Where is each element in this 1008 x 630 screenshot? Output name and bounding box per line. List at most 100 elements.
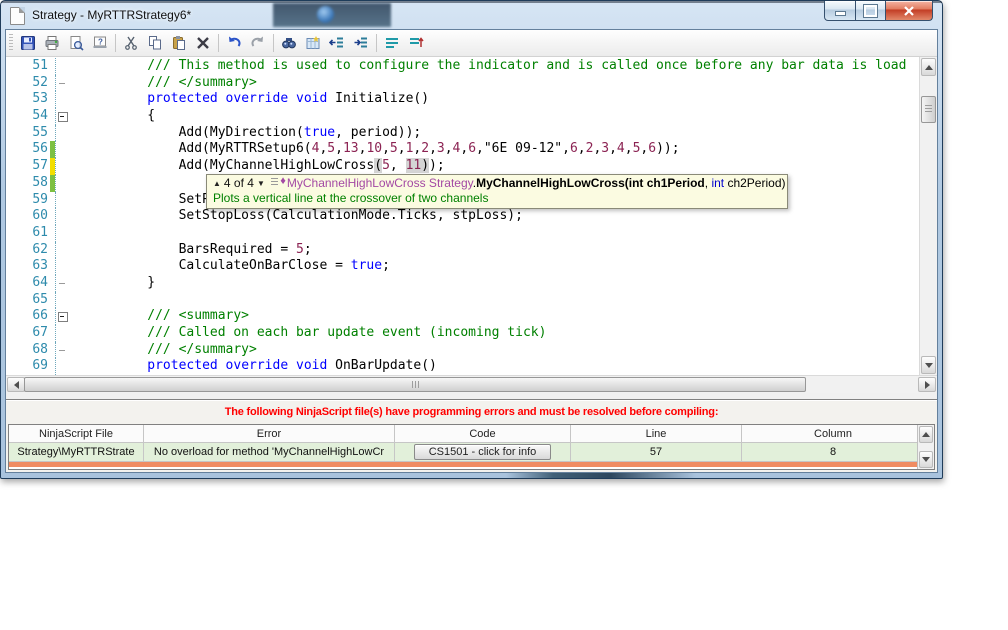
fold-margin [55, 124, 69, 142]
code-line-66[interactable]: 66 /// <summary> [6, 308, 920, 325]
page-setup-button[interactable]: ? [88, 32, 112, 54]
code-line-54[interactable]: 54 { [6, 108, 920, 125]
code-editor[interactable]: 51 /// This method is used to configure … [6, 57, 937, 375]
vertical-scroll-thumb[interactable] [921, 96, 936, 123]
window-title: Strategy - MyRTTRStrategy6* [32, 8, 192, 22]
fold-margin[interactable] [55, 108, 69, 125]
code-line-51[interactable]: 51 /// This method is used to configure … [6, 58, 920, 75]
paste-button[interactable] [167, 32, 191, 54]
fold-margin [55, 358, 69, 375]
code-line-52[interactable]: 52 /// </summary> [6, 74, 920, 92]
editor-vertical-scrollbar[interactable] [919, 57, 937, 375]
scroll-right-button[interactable] [918, 377, 936, 392]
method-signature: MyChannelHighLowCross Strategy.MyChannel… [286, 176, 786, 190]
fold-margin[interactable] [55, 274, 69, 292]
column-header-column: Column [742, 425, 925, 442]
code-line-64[interactable]: 64 } [6, 274, 920, 292]
maximize-button[interactable] [856, 1, 885, 21]
redo-button[interactable] [246, 32, 270, 54]
minimize-icon [834, 11, 846, 16]
uncomment-button[interactable] [404, 32, 428, 54]
cut-button[interactable] [119, 32, 143, 54]
error-row-partial [9, 462, 918, 467]
column-header-ninjascript-file: NinjaScript File [9, 425, 144, 442]
fold-margin [55, 291, 69, 309]
code-line-61[interactable]: 61 [6, 224, 920, 242]
code-line-62[interactable]: 62 BarsRequired = 5; [6, 241, 920, 259]
outdent-button[interactable] [325, 32, 349, 54]
code-text: BarsRequired = 5; [69, 241, 312, 257]
scroll-down-button[interactable] [921, 356, 936, 374]
editor-horizontal-scrollbar[interactable] [6, 375, 937, 393]
fold-margin [55, 258, 69, 275]
fold-margin [55, 91, 69, 109]
fold-collapse-icon[interactable] [58, 112, 68, 123]
print-preview-button[interactable] [64, 32, 88, 54]
close-button[interactable] [885, 1, 933, 21]
delete-button[interactable] [191, 32, 215, 54]
find-button[interactable] [277, 32, 301, 54]
minimize-button[interactable] [824, 1, 856, 21]
fold-margin [55, 174, 69, 192]
error-grid-row[interactable]: Strategy\MyRTTRStrate No overload for met… [9, 443, 934, 462]
fold-margin[interactable] [55, 341, 69, 359]
overload-previous-arrow[interactable]: ▲ [213, 179, 221, 188]
code-line-57[interactable]: 57 Add(MyChannelHighLowCross(5, 11)); [6, 158, 920, 175]
toolbar-separator [273, 34, 274, 52]
line-number: 64 [32, 274, 48, 290]
error-cell-error: No overload for method 'MyChannelHighLow… [144, 443, 395, 462]
copy-button[interactable] [143, 32, 167, 54]
arrow-left-icon [13, 380, 19, 389]
code-line-53[interactable]: 53 protected override void Initialize() [6, 91, 920, 109]
fold-margin[interactable] [55, 74, 69, 92]
svg-text:?: ? [98, 38, 103, 47]
fold-margin[interactable] [55, 308, 69, 325]
code-text: /// <summary> [69, 308, 250, 324]
document-icon [10, 7, 25, 25]
code-line-60[interactable]: 60 SetStopLoss(CalculationMode.Ticks, st… [6, 208, 920, 225]
grid-scroll-up-button[interactable] [919, 426, 933, 443]
horizontal-scroll-thumb[interactable] [24, 377, 806, 392]
code-line-68[interactable]: 68 /// </summary> [6, 341, 920, 359]
code-line-55[interactable]: 55 Add(MyDirection(true, period)); [6, 124, 920, 142]
grid-scroll-down-button[interactable] [919, 451, 933, 468]
error-code-button[interactable]: CS1501 - click for info [413, 444, 552, 460]
fold-end-mark [59, 82, 65, 84]
desktop: Strategy - MyRTTRStrategy6* ? 51 /// Thi… [0, 0, 1008, 630]
code-line-67[interactable]: 67 /// Called on each bar update event (… [6, 325, 920, 342]
code-line-65[interactable]: 65 [6, 291, 920, 309]
column-header-error: Error [144, 425, 395, 442]
code-line-63[interactable]: 63 CalculateOnBarClose = true; [6, 258, 920, 275]
comment-button[interactable] [380, 32, 404, 54]
code-text: Add(MyDirection(true, period)); [69, 124, 422, 140]
line-number: 54 [32, 108, 48, 124]
background-window-glimpse [273, 3, 391, 27]
toolbar-grip [9, 34, 13, 52]
toolbar: ? [6, 30, 937, 57]
code-line-56[interactable]: 56 Add(MyRTTRSetup6(4,5,13,10,5,1,2,3,4,… [6, 141, 920, 159]
fold-collapse-icon[interactable] [58, 312, 68, 323]
save-button[interactable] [16, 32, 40, 54]
replace-button[interactable] [301, 32, 325, 54]
scroll-left-button[interactable] [7, 377, 25, 392]
column-header-line: Line [571, 425, 742, 442]
code-text: /// This method is used to configure the… [69, 58, 907, 73]
overload-counter: 4 of 4 [223, 176, 254, 190]
line-number: 65 [32, 291, 48, 307]
error-cell-line: 57 [571, 443, 742, 462]
undo-button[interactable] [222, 32, 246, 54]
line-number: 68 [32, 341, 48, 357]
line-number: 53 [32, 91, 48, 107]
fold-margin [55, 241, 69, 259]
overload-next-arrow[interactable]: ▼ [257, 179, 265, 188]
code-line-69[interactable]: 69 protected override void OnBarUpdate() [6, 358, 920, 375]
scroll-up-button[interactable] [921, 58, 936, 76]
code-lines[interactable]: 51 /// This method is used to configure … [6, 58, 920, 375]
print-button[interactable] [40, 32, 64, 54]
code-text: } [69, 274, 156, 290]
indent-button[interactable] [349, 32, 373, 54]
titlebar[interactable]: Strategy - MyRTTRStrategy6* [1, 1, 942, 29]
fold-margin [55, 158, 69, 175]
grid-vertical-scrollbar[interactable] [917, 425, 934, 469]
